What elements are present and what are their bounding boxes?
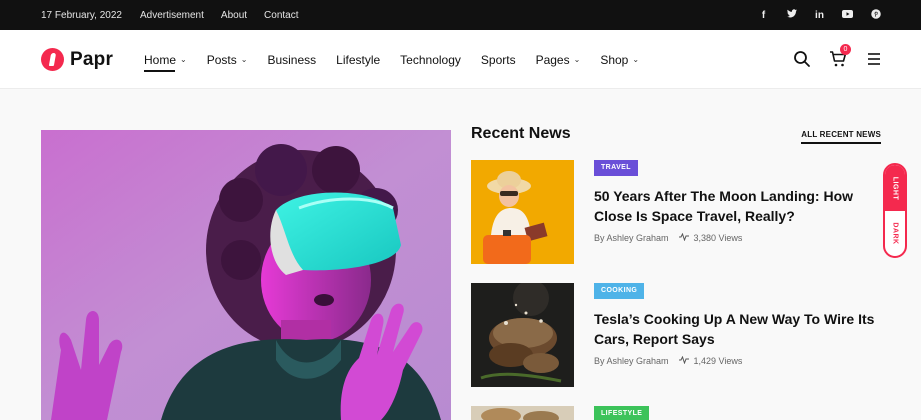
news-author[interactable]: By Ashley Graham [594, 356, 669, 366]
all-recent-news-link[interactable]: ALL RECENT NEWS [801, 130, 881, 144]
news-thumbnail[interactable] [471, 160, 574, 264]
nav-item-label: Technology [400, 52, 461, 67]
news-meta: By Ashley Graham 1,429 Views [594, 355, 743, 366]
nav-item-label: Sports [480, 52, 516, 67]
nav-item-label: Shop [600, 52, 629, 67]
menu-icon[interactable] [865, 50, 883, 68]
advertisement-link[interactable]: Advertisement [140, 10, 204, 21]
nav-item-shop[interactable]: Shop ⌄ [600, 53, 639, 67]
top-bar-links: 17 February, 2022 Advertisement About Co… [41, 0, 316, 30]
light-label: LIGHT [891, 176, 899, 200]
news-card[interactable]: TRAVEL 50 Years After The Moon Landing: … [471, 160, 881, 264]
news-thumbnail[interactable] [471, 283, 574, 387]
news-views: 1,429 Views [693, 356, 743, 366]
featured-image[interactable] [41, 130, 451, 420]
chevron-down-icon: ⌄ [240, 55, 248, 64]
nav-item-home[interactable]: Home ⌄ [144, 52, 187, 72]
site-header: Papr Home ⌄ Posts ⌄ Business Lifestyle Tec… [0, 30, 921, 89]
theme-toggle[interactable]: LIGHT DARK [883, 163, 907, 258]
activity-icon [678, 355, 689, 366]
youtube-icon[interactable] [842, 9, 853, 21]
site-logo[interactable]: Papr [41, 48, 113, 71]
chevron-down-icon: ⌄ [573, 55, 581, 64]
nav-item-label: Lifestyle [336, 52, 381, 67]
top-bar: 17 February, 2022 Advertisement About Co… [0, 0, 921, 30]
logo-mark-icon [41, 48, 64, 71]
news-title[interactable]: 50 Years After The Moon Landing: How Clo… [594, 186, 876, 226]
cart-button[interactable]: 0 [829, 44, 851, 68]
nav-item-label: Home [144, 52, 177, 67]
facebook-icon[interactable]: f [758, 10, 769, 21]
category-badge[interactable]: LIFESTYLE [594, 406, 650, 420]
nav-item-lifestyle[interactable]: Lifestyle [336, 53, 380, 67]
category-badge[interactable]: COOKING [594, 283, 645, 299]
nav-item-posts[interactable]: Posts ⌄ [207, 53, 248, 67]
linkedin-icon[interactable]: in [814, 10, 825, 21]
current-date: 17 February, 2022 [41, 9, 122, 21]
news-thumbnail[interactable] [471, 406, 574, 420]
about-link[interactable]: About [221, 10, 247, 21]
nav-item-label: Business [267, 52, 317, 67]
nav-item-business[interactable]: Business [267, 53, 316, 67]
nav-item-label: Pages [535, 52, 570, 67]
dark-mode-option[interactable]: DARK [885, 211, 905, 256]
dark-label: DARK [891, 222, 899, 245]
news-title[interactable]: Tesla’s Cooking Up A New Way To Wire Its… [594, 309, 876, 349]
search-icon[interactable] [793, 50, 811, 68]
chevron-down-icon: ⌄ [632, 55, 640, 64]
news-author[interactable]: By Ashley Graham [594, 233, 669, 243]
chevron-down-icon: ⌄ [180, 55, 187, 64]
contact-link[interactable]: Contact [264, 10, 298, 21]
news-meta: By Ashley Graham 3,380 Views [594, 232, 743, 243]
nav-item-technology[interactable]: Technology [400, 53, 461, 67]
nav-item-sports[interactable]: Sports [481, 53, 516, 67]
news-views: 3,380 Views [693, 233, 743, 243]
main-nav: Home ⌄ Posts ⌄ Business Lifestyle Technolo… [144, 30, 659, 89]
category-badge[interactable]: TRAVEL [594, 160, 638, 176]
header-actions: 0 [793, 44, 883, 68]
pinterest-icon[interactable] [870, 8, 881, 22]
recent-news-heading: Recent News [471, 125, 571, 142]
activity-icon [678, 232, 689, 243]
nav-item-pages[interactable]: Pages ⌄ [536, 53, 581, 67]
social-links: f in [758, 0, 881, 30]
news-card[interactable]: COOKING Tesla’s Cooking Up A New Way To … [471, 283, 881, 387]
light-mode-option[interactable]: LIGHT [885, 165, 905, 211]
nav-item-label: Posts [206, 52, 237, 67]
news-card[interactable]: LIFESTYLE [471, 406, 881, 420]
cart-count-badge: 0 [840, 44, 851, 55]
brand-name: Papr [70, 48, 114, 70]
twitter-icon[interactable] [786, 9, 797, 21]
